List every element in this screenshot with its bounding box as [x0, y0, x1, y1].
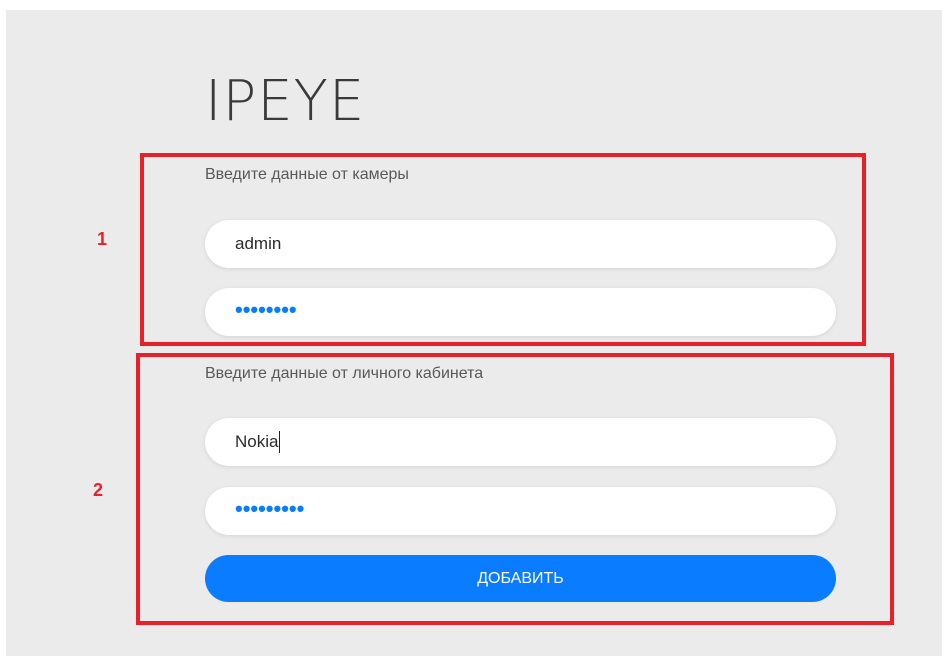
annotation-number-1: 1 [97, 229, 108, 249]
annotation-box-2 [136, 353, 894, 625]
ipeye-logo: IPEYE [205, 69, 366, 134]
annotation-number-2: 2 [93, 480, 104, 500]
annotation-box-1 [140, 153, 866, 346]
